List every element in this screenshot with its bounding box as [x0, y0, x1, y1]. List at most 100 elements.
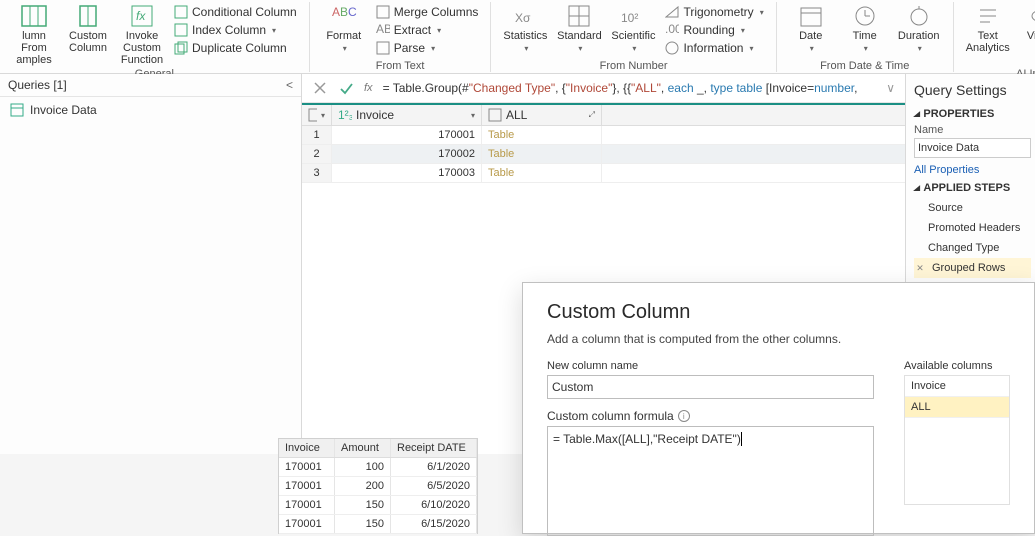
properties-section[interactable]: PROPERTIES [914, 108, 1031, 120]
standard-button[interactable]: Standard [553, 2, 605, 55]
available-columns-label: Available columns [904, 360, 1010, 372]
custom-formula-input[interactable]: = Table.Max([ALL],"Receipt DATE") [547, 426, 874, 536]
eye-icon [1028, 4, 1035, 28]
calc-icon [565, 4, 593, 28]
format-button[interactable]: ABCFormat [318, 2, 370, 55]
statistics-button[interactable]: ΧσStatistics [499, 2, 551, 55]
query-item-invoice-data[interactable]: Invoice Data [0, 97, 301, 123]
svg-text:Χσ: Χσ [515, 11, 531, 25]
vision-button[interactable]: Vision [1016, 2, 1035, 44]
ribbon: lumn From amples Custom Column fxInvoke … [0, 0, 1035, 74]
dialog-title: Custom Column [547, 301, 1010, 324]
dup-icon [174, 41, 188, 55]
sigma-icon: Χσ [511, 4, 539, 28]
expand-formula-icon[interactable]: ∨ [886, 81, 895, 95]
preview-row: 1700011506/15/2020 [279, 515, 477, 534]
row-header-corner[interactable]: ▾ [302, 105, 332, 125]
rounding-button[interactable]: .00Rounding [661, 22, 767, 38]
ribbon-group-ai: Text Analytics Vision Azure Machine Lear… [954, 2, 1035, 72]
group-label-fromnumber: From Number [600, 60, 668, 72]
row-index: 2 [302, 145, 332, 163]
custom-column-button[interactable]: Custom Column [62, 2, 114, 56]
new-column-name-input[interactable] [547, 375, 874, 399]
timer-icon [905, 4, 933, 28]
collapse-icon[interactable]: < [286, 78, 293, 92]
avail-col-invoice[interactable]: Invoice [905, 376, 1009, 397]
scientific-button[interactable]: 10²Scientific [607, 2, 659, 55]
fx-icon: fx [128, 4, 156, 28]
cell-all[interactable]: Table [482, 145, 602, 163]
all-properties-link[interactable]: All Properties [914, 164, 1031, 176]
expand-icon[interactable]: ⤢ [589, 110, 595, 120]
table-row[interactable]: 2 170002 Table [302, 145, 905, 164]
svg-text:A: A [332, 5, 340, 19]
conditional-column-button[interactable]: Conditional Column [170, 4, 301, 20]
table-icon [308, 108, 317, 122]
duration-button[interactable]: Duration [893, 2, 945, 55]
query-name-input[interactable] [914, 138, 1031, 158]
index-icon [174, 23, 188, 37]
applied-step[interactable]: Changed Type [914, 238, 1031, 258]
svg-text:B: B [340, 5, 348, 19]
duplicate-column-button[interactable]: Duplicate Column [170, 40, 301, 56]
applied-step[interactable]: Grouped Rows [914, 258, 1031, 278]
cell-all[interactable]: Table [482, 164, 602, 182]
invoke-custom-function-button[interactable]: fxInvoke Custom Function [116, 2, 168, 68]
new-column-name-label: New column name [547, 360, 874, 372]
table-icon [20, 4, 48, 28]
queries-header: Queries [1] < [0, 74, 301, 97]
cell-invoice: 170002 [332, 145, 482, 163]
number-type-icon: 1²₃ [338, 108, 352, 122]
extract-icon: ABC [376, 23, 390, 37]
svg-text:.00: .00 [665, 23, 679, 36]
formula-text[interactable]: = Table.Group(#"Changed Type", {"Invoice… [383, 81, 877, 96]
avail-col-all[interactable]: ALL [905, 397, 1009, 418]
trig-icon [665, 5, 679, 19]
text-analytics-button[interactable]: Text Analytics [962, 2, 1014, 56]
ribbon-group-general: lumn From amples Custom Column fxInvoke … [0, 2, 310, 72]
exp-icon: 10² [619, 4, 647, 28]
query-item-label: Invoice Data [30, 103, 97, 117]
text-icon [974, 4, 1002, 28]
custom-column-dialog: Custom Column Add a column that is compu… [522, 282, 1035, 534]
column-icon [74, 4, 102, 28]
queries-pane: Queries [1] < Invoice Data [0, 74, 302, 454]
commit-icon[interactable] [338, 80, 354, 96]
available-columns-list: Invoice ALL [904, 375, 1010, 505]
steps-section[interactable]: APPLIED STEPS [914, 182, 1031, 194]
preview-col-amount: Amount [335, 439, 391, 457]
col-header-invoice[interactable]: 1²₃Invoice▾ [332, 105, 482, 125]
preview-col-receipt-date: Receipt DATE [391, 439, 477, 457]
column-from-examples-button[interactable]: lumn From amples [8, 2, 60, 68]
applied-step[interactable]: Promoted Headers [914, 218, 1031, 238]
row-index: 3 [302, 164, 332, 182]
preview-row: 1700012006/5/2020 [279, 477, 477, 496]
custom-formula-label: Custom column formulai [547, 409, 874, 423]
cell-invoice: 170003 [332, 164, 482, 182]
trigonometry-button[interactable]: Trigonometry [661, 4, 767, 20]
cell-all[interactable]: Table [482, 126, 602, 144]
info-icon[interactable]: i [678, 410, 690, 422]
name-label: Name [914, 124, 1031, 136]
parse-button[interactable]: Parse [372, 40, 483, 56]
svg-text:ABC: ABC [376, 23, 390, 36]
table-row[interactable]: 1 170001 Table [302, 126, 905, 145]
extract-button[interactable]: ABCExtract [372, 22, 483, 38]
time-button[interactable]: Time [839, 2, 891, 55]
index-column-button[interactable]: Index Column [170, 22, 301, 38]
col-header-all[interactable]: ALL⤢ [482, 105, 602, 125]
group-label-fromtext: From Text [376, 60, 425, 72]
preview-col-invoice: Invoice [279, 439, 335, 457]
applied-step[interactable]: Source [914, 198, 1031, 218]
information-button[interactable]: Information [661, 40, 767, 56]
date-button[interactable]: Date [785, 2, 837, 55]
table-row[interactable]: 3 170003 Table [302, 164, 905, 183]
group-label-datetime: From Date & Time [820, 60, 909, 72]
table-icon [10, 103, 24, 117]
row-index: 1 [302, 126, 332, 144]
preview-row: 1700011506/10/2020 [279, 496, 477, 515]
settings-title: Query Settings [914, 82, 1031, 98]
merge-columns-button[interactable]: Merge Columns [372, 4, 483, 20]
cancel-icon[interactable] [312, 80, 328, 96]
svg-text:10²: 10² [621, 11, 638, 25]
